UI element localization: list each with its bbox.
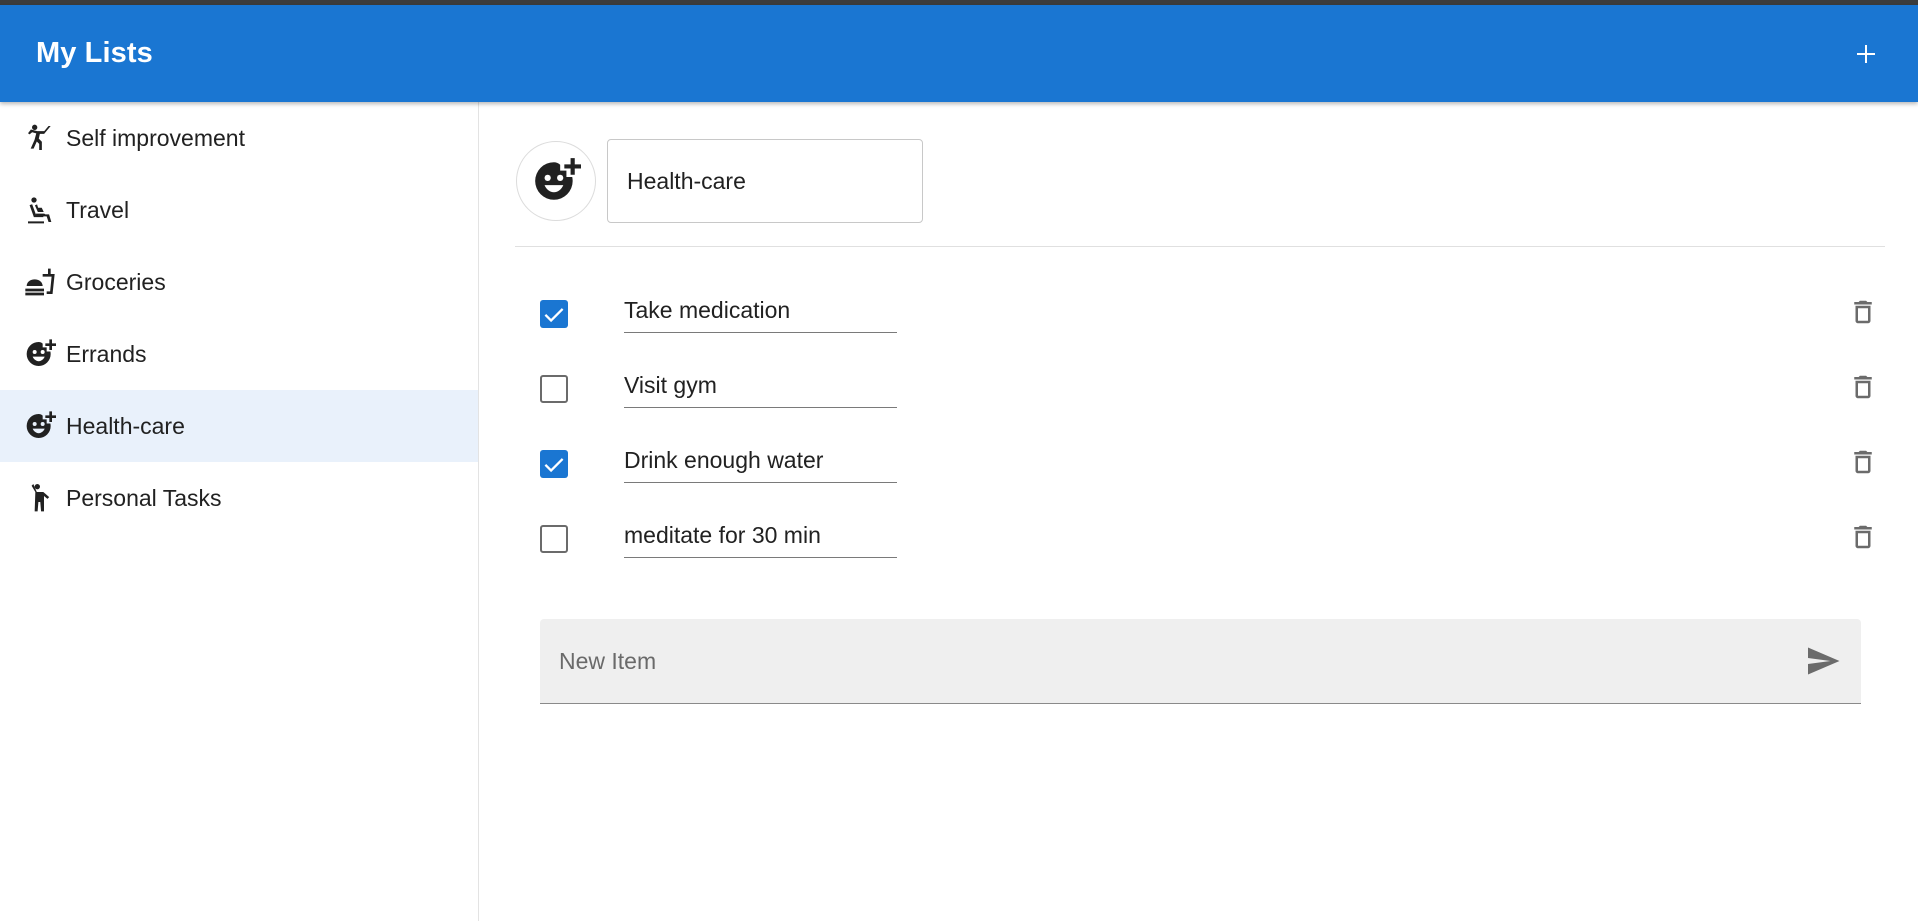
- fastfood-icon: [24, 265, 58, 299]
- item-checkbox[interactable]: [540, 525, 568, 553]
- add-list-button[interactable]: [1844, 32, 1888, 76]
- sidebar-item-self-improvement[interactable]: Self improvement: [0, 102, 478, 174]
- sidebar-item-errands[interactable]: Errands: [0, 318, 478, 390]
- send-icon: [1808, 647, 1840, 675]
- item-checkbox[interactable]: [540, 300, 568, 328]
- sidebar-item-label: Errands: [66, 340, 147, 367]
- sidebar-item-label: Groceries: [66, 268, 166, 295]
- delete-item-button[interactable]: [1846, 444, 1880, 480]
- item-text-field[interactable]: meditate for 30 min: [624, 513, 897, 558]
- new-item-field: [540, 619, 1861, 704]
- trash-icon: [1854, 375, 1872, 399]
- person-walking-icon: [24, 481, 58, 515]
- list-item: meditate for 30 min: [540, 505, 1880, 580]
- sidebar-item-personal-tasks[interactable]: Personal Tasks: [0, 462, 478, 534]
- sidebar-item-label: Personal Tasks: [66, 484, 222, 511]
- list-item: Visit gym: [540, 355, 1880, 430]
- add-reaction-icon: [24, 337, 58, 371]
- airline-seat-icon: [24, 193, 58, 227]
- list-name-field[interactable]: Health-care: [607, 139, 923, 223]
- plus-icon: [1857, 44, 1875, 63]
- app-title: My Lists: [36, 37, 153, 69]
- sidebar-item-health-care[interactable]: Health-care: [0, 390, 478, 462]
- new-item-input[interactable]: [559, 647, 1793, 675]
- sidebar-item-groceries[interactable]: Groceries: [0, 246, 478, 318]
- item-text-field[interactable]: Visit gym: [624, 363, 897, 408]
- sports-martial-arts-icon: [24, 121, 58, 155]
- check-icon: [544, 308, 564, 323]
- trash-icon: [1854, 525, 1872, 549]
- sidebar-item-label: Travel: [66, 196, 130, 223]
- sidebar-item-travel[interactable]: Travel: [0, 174, 478, 246]
- header-divider: [515, 246, 1885, 247]
- app-bar: My Lists: [0, 5, 1918, 102]
- list-detail: Health-care Take medication Visit gym Dr…: [480, 102, 1918, 921]
- item-checkbox[interactable]: [540, 450, 568, 478]
- list-item: Drink enough water: [540, 430, 1880, 505]
- trash-icon: [1854, 300, 1872, 324]
- list-icon-button[interactable]: [516, 141, 596, 221]
- send-button[interactable]: [1793, 631, 1853, 691]
- todo-items: Take medication Visit gym Drink enough w…: [540, 280, 1880, 580]
- delete-item-button[interactable]: [1846, 519, 1880, 555]
- sidebar-item-label: Self improvement: [66, 124, 245, 151]
- check-icon: [544, 458, 564, 473]
- item-text-field[interactable]: Take medication: [624, 288, 897, 333]
- item-text-field[interactable]: Drink enough water: [624, 438, 897, 483]
- list-item: Take medication: [540, 280, 1880, 355]
- sidebar-item-label: Health-care: [66, 412, 185, 439]
- list-header: Health-care: [516, 139, 923, 223]
- trash-icon: [1854, 450, 1872, 474]
- sidebar: Self improvement Travel Groceries Errand…: [0, 102, 479, 921]
- add-reaction-icon: [24, 409, 58, 443]
- add-reaction-icon: [535, 158, 581, 200]
- item-checkbox[interactable]: [540, 375, 568, 403]
- delete-item-button[interactable]: [1846, 369, 1880, 405]
- delete-item-button[interactable]: [1846, 294, 1880, 330]
